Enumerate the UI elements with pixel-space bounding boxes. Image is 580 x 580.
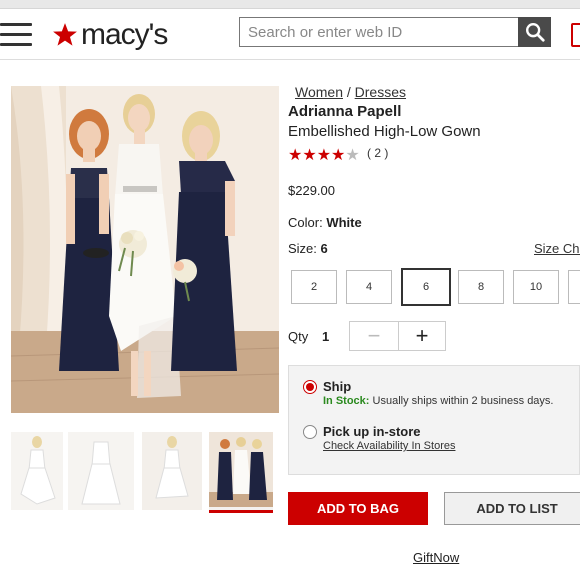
breadcrumb-dresses[interactable]: Dresses [355,84,406,100]
main-product-image[interactable] [11,86,279,413]
star-icon: ★ [288,147,303,164]
color-label: Color: [288,215,323,230]
top-strip [0,0,580,9]
ship-title: Ship [323,379,352,394]
size-label: Size: [288,241,317,256]
thumbnail-back[interactable] [68,432,134,510]
breadcrumb: Women / Dresses [295,84,406,100]
size-selection: Size: 6 [288,241,328,256]
size-option[interactable]: 10 [513,270,559,304]
qty-label: Qty [288,329,309,344]
review-count[interactable]: ( 2 ) [367,146,388,160]
qty-increase-button[interactable]: + [398,322,446,350]
logo-text: macy's [81,18,168,51]
pickup-title: Pick up in-store [323,424,421,439]
thumbnail-front[interactable] [11,432,63,510]
star-icon: ★ [302,147,317,164]
color-selection: Color: White [288,215,362,230]
breadcrumb-separator: / [346,84,351,100]
search-box [239,17,551,47]
search-input[interactable] [240,18,526,46]
size-option-more[interactable] [568,270,580,304]
thumbnail-group[interactable] [209,432,273,513]
quantity-stepper: − + [349,321,446,351]
star-rating[interactable]: ★★★★★ [288,145,360,165]
product-name: Embellished High-Low Gown [288,123,481,140]
star-logo-icon [53,23,77,46]
size-chart-link[interactable]: Size Chart [534,241,580,256]
product-brand[interactable]: Adrianna Papell [288,103,401,120]
pickup-radio[interactable] [303,425,317,439]
size-option[interactable]: 2 [291,270,337,304]
shopping-bag-icon[interactable] [571,23,580,47]
hamburger-menu-icon[interactable] [0,23,32,47]
search-icon [525,23,545,42]
star-empty-icon: ★ [345,147,360,164]
star-icon: ★ [316,147,332,164]
search-button[interactable] [518,17,551,47]
star-icon: ★ [331,147,346,164]
breadcrumb-women[interactable]: Women [295,84,343,100]
size-option[interactable]: 8 [458,270,504,304]
site-header: macy's [0,9,580,60]
ship-message: Usually ships within 2 business days. [369,395,554,407]
ship-radio[interactable] [303,380,317,394]
add-to-list-button[interactable]: ADD TO LIST [444,492,580,525]
color-value: White [326,215,362,230]
macys-logo[interactable]: macy's [52,17,168,53]
fulfillment-panel: Ship In Stock: Usually ships within 2 bu… [288,365,580,475]
in-stock-label: In Stock: [323,395,370,407]
add-to-bag-button[interactable]: ADD TO BAG [288,492,428,525]
size-option[interactable]: 4 [346,270,392,304]
size-value: 6 [320,241,328,256]
ship-status: In Stock: Usually ships within 2 busines… [323,395,553,407]
product-price: $229.00 [288,183,335,198]
check-availability-link[interactable]: Check Availability In Stores [323,440,455,452]
thumbnail-side[interactable] [142,432,202,510]
size-option-selected[interactable]: 6 [401,268,451,306]
qty-decrease-button[interactable]: − [350,322,399,350]
giftnow-link[interactable]: GiftNow [413,550,459,565]
qty-value: 1 [322,329,330,344]
